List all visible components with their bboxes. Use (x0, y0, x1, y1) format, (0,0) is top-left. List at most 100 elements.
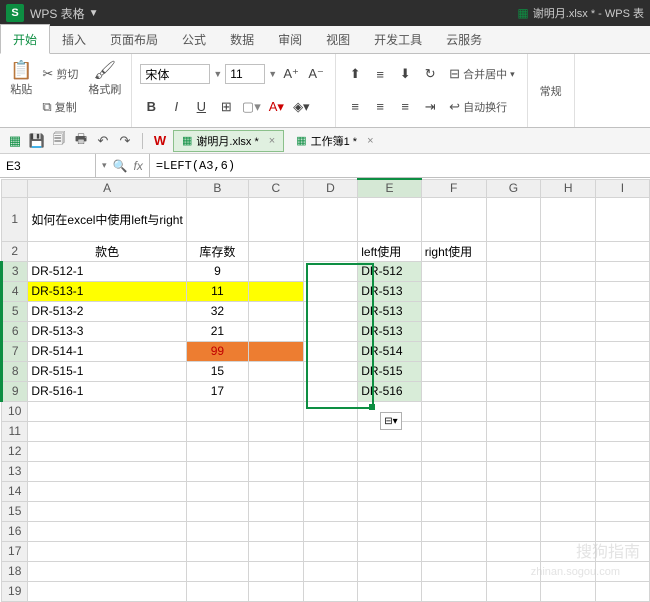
paste-button[interactable]: 📋 粘贴 (6, 58, 36, 123)
new-icon[interactable]: ▦ (6, 132, 24, 150)
cell[interactable] (303, 401, 358, 421)
cell[interactable]: DR-516 (358, 381, 421, 401)
fx-icon[interactable]: fx (133, 159, 142, 173)
cell[interactable] (358, 581, 421, 601)
cell[interactable] (486, 541, 541, 561)
cell[interactable] (303, 361, 358, 381)
increase-font-icon[interactable]: A⁺ (280, 63, 302, 85)
cell[interactable]: DR-514-1 (28, 341, 186, 361)
cell[interactable] (595, 581, 649, 601)
font-size-select[interactable] (225, 64, 265, 84)
ribbon-tab-8[interactable]: 云服务 (434, 25, 494, 53)
cell[interactable] (486, 421, 541, 441)
autofill-options-button[interactable]: ⊟▾ (380, 412, 402, 430)
column-header[interactable]: A (28, 179, 186, 197)
cell[interactable] (595, 321, 649, 341)
cell[interactable] (595, 401, 649, 421)
cell[interactable]: right使用 (421, 241, 486, 261)
cell[interactable] (28, 501, 186, 521)
cell[interactable] (486, 481, 541, 501)
cell[interactable] (421, 261, 486, 281)
redo-icon[interactable]: ↷ (116, 132, 134, 150)
fill-color-button[interactable]: ▢▾ (240, 96, 262, 118)
cell[interactable] (249, 521, 304, 541)
row-header[interactable]: 7 (2, 341, 28, 361)
cell[interactable] (303, 261, 358, 281)
cell[interactable]: DR-513 (358, 281, 421, 301)
cell[interactable] (249, 361, 304, 381)
worksheet[interactable]: ABCDEFGHI1如何在excel中使用left与right2款色库存数lef… (0, 178, 650, 602)
cell[interactable] (303, 561, 358, 581)
cell[interactable]: 99 (186, 341, 248, 361)
cell[interactable] (358, 461, 421, 481)
cell[interactable] (28, 441, 186, 461)
cell[interactable] (421, 281, 486, 301)
cell[interactable] (358, 481, 421, 501)
copy-button[interactable]: ⧉复制 (38, 97, 82, 117)
cell[interactable] (486, 501, 541, 521)
cell[interactable] (595, 197, 649, 241)
cell[interactable]: DR-516-1 (28, 381, 186, 401)
cell[interactable] (486, 441, 541, 461)
font-name-dropdown-icon[interactable]: ▼ (213, 69, 222, 79)
undo-icon[interactable]: ↶ (94, 132, 112, 150)
cell[interactable] (421, 301, 486, 321)
cell[interactable] (486, 461, 541, 481)
cell[interactable] (303, 381, 358, 401)
cell[interactable] (541, 321, 596, 341)
app-dropdown-icon[interactable]: ▼ (89, 8, 99, 19)
cell[interactable] (595, 461, 649, 481)
cell[interactable] (541, 281, 596, 301)
cell[interactable] (595, 261, 649, 281)
cell[interactable] (595, 561, 649, 581)
cell[interactable] (541, 301, 596, 321)
cell[interactable] (486, 197, 541, 241)
align-right-icon[interactable]: ≡ (394, 96, 416, 118)
cell[interactable] (541, 241, 596, 261)
row-header[interactable]: 11 (2, 421, 28, 441)
cell[interactable] (186, 541, 248, 561)
cell[interactable] (421, 441, 486, 461)
cell[interactable]: DR-514 (358, 341, 421, 361)
cell[interactable] (421, 421, 486, 441)
cell[interactable] (358, 541, 421, 561)
ribbon-tab-3[interactable]: 公式 (170, 25, 218, 53)
ribbon-tab-4[interactable]: 数据 (218, 25, 266, 53)
cell[interactable] (595, 281, 649, 301)
align-center-icon[interactable]: ≡ (369, 96, 391, 118)
cell[interactable] (541, 501, 596, 521)
cell[interactable] (421, 481, 486, 501)
cell[interactable] (541, 197, 596, 241)
cell[interactable] (28, 461, 186, 481)
cell[interactable] (186, 581, 248, 601)
cell[interactable] (541, 441, 596, 461)
column-header[interactable]: I (595, 179, 649, 197)
ribbon-tab-5[interactable]: 审阅 (266, 25, 314, 53)
cell[interactable] (249, 401, 304, 421)
cell[interactable] (303, 461, 358, 481)
close-icon[interactable]: × (269, 135, 275, 147)
cell[interactable] (186, 481, 248, 501)
cell[interactable] (303, 341, 358, 361)
cell[interactable] (249, 461, 304, 481)
cell[interactable] (541, 581, 596, 601)
row-header[interactable]: 4 (2, 281, 28, 301)
border-button[interactable]: ⊞ (215, 96, 237, 118)
cell[interactable] (541, 521, 596, 541)
cell[interactable] (303, 241, 358, 261)
cell[interactable]: DR-513-1 (28, 281, 186, 301)
row-header[interactable]: 17 (2, 541, 28, 561)
print-preview-icon[interactable]: 🗐 (50, 132, 68, 150)
cell[interactable] (249, 561, 304, 581)
select-all-corner[interactable] (2, 179, 28, 197)
cell[interactable] (541, 461, 596, 481)
cell[interactable] (421, 561, 486, 581)
close-icon[interactable]: × (367, 135, 373, 147)
cell[interactable] (486, 381, 541, 401)
cell[interactable] (186, 461, 248, 481)
dropdown-icon[interactable]: ▾ (102, 160, 107, 171)
cell[interactable] (595, 301, 649, 321)
cell[interactable] (486, 401, 541, 421)
cell[interactable] (303, 281, 358, 301)
cell[interactable] (595, 381, 649, 401)
